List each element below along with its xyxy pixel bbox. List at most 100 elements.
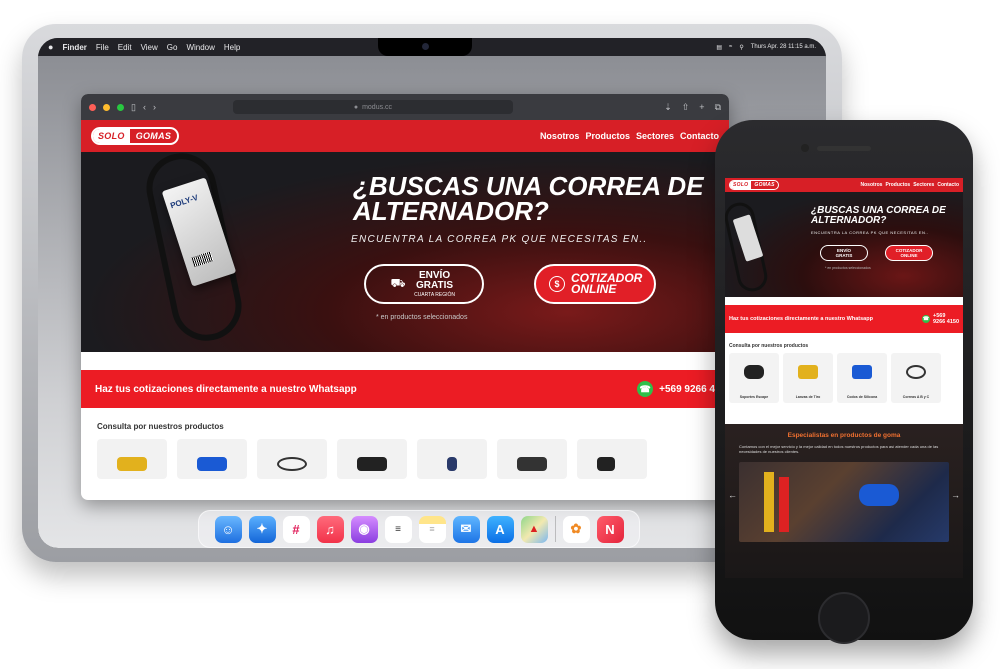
new-tab-icon[interactable]: + [699, 102, 704, 113]
address-bar[interactable]: ● modus.cc [232, 100, 513, 114]
macos-dock: ☺ ✦ # ♫ ◉ ≡ ≡ ✉ A ▲ ✿ N [198, 510, 640, 548]
menu-go[interactable]: Go [167, 43, 178, 52]
whatsapp-number: +569 9266 4 [659, 383, 715, 395]
product-card[interactable] [337, 439, 407, 479]
logo-part-solo: SOLO [93, 129, 130, 143]
whatsapp-banner[interactable]: Haz tus cotizaciones directamente a nues… [81, 370, 729, 408]
mobile-site-logo[interactable]: SOLO GOMAS [729, 180, 779, 190]
finder-icon[interactable]: ☺ [214, 515, 242, 543]
address-text: modus.cc [362, 103, 393, 111]
mobile-nav-sectores[interactable]: Sectores [913, 182, 934, 188]
apple-icon[interactable]: ● [48, 42, 53, 52]
product-card[interactable] [97, 439, 167, 479]
camera-icon [422, 43, 429, 50]
back-icon[interactable]: ‹ [143, 102, 146, 112]
site-header: SOLO GOMAS Nosotros Productos Sectores C… [81, 120, 729, 152]
product-image [197, 457, 227, 471]
phone-home-button[interactable] [818, 592, 870, 644]
menu-help[interactable]: Help [224, 43, 240, 52]
slack-icon[interactable]: # [282, 515, 310, 543]
product-card[interactable] [177, 439, 247, 479]
product-card[interactable] [577, 439, 647, 479]
nav-productos[interactable]: Productos [585, 131, 630, 141]
clock[interactable]: Thurs Apr. 28 11:15 a.m. [751, 44, 816, 50]
sidebar-icon[interactable]: ▯ [131, 102, 136, 113]
mobile-free-shipping-label: ENVÍO GRATIS [835, 248, 853, 258]
tabs-overview-icon[interactable]: ⧉ [715, 102, 721, 113]
nav-sectores[interactable]: Sectores [636, 131, 674, 141]
product-image [798, 365, 818, 379]
zoom-window-button[interactable] [117, 103, 124, 111]
product-card[interactable] [497, 439, 567, 479]
safari-icon[interactable]: ✦ [248, 515, 276, 543]
mobile-whatsapp-banner[interactable]: Haz tus cotizaciones directamente a nues… [725, 305, 963, 333]
notes-icon[interactable]: ≡ [418, 515, 446, 543]
carousel-prev-icon[interactable]: ← [728, 490, 737, 500]
mobile-nav-nosotros[interactable]: Nosotros [861, 182, 883, 188]
mobile-nav-contacto[interactable]: Contacto [937, 182, 959, 188]
menu-window[interactable]: Window [186, 43, 214, 52]
mobile-whatsapp-contact[interactable]: ☎ +569 9266 4150 [922, 313, 959, 325]
app-store-icon[interactable]: A [486, 515, 514, 543]
news-icon[interactable]: N [596, 515, 624, 543]
online-quote-label: COTIZADOR ONLINE [571, 271, 643, 296]
mobile-whatsapp-banner-text: Haz tus cotizaciones directamente a nues… [729, 316, 873, 322]
mail-icon[interactable]: ✉ [452, 515, 480, 543]
product-name: Correas A B y C [902, 395, 930, 399]
photo-detail [779, 477, 789, 532]
product-image [852, 365, 872, 379]
product-image [906, 365, 926, 379]
mobile-nav-productos[interactable]: Productos [885, 182, 910, 188]
search-icon[interactable]: ⚲ [739, 44, 743, 51]
mobile-online-quote-label: COTIZADOR ONLINE [895, 248, 923, 258]
belt-box-label: POLY-V [169, 192, 200, 211]
minimize-window-button[interactable] [103, 103, 110, 111]
menu-edit[interactable]: Edit [118, 43, 132, 52]
mobile-whatsapp-number: +569 9266 4150 [933, 313, 959, 325]
camera-notch [378, 38, 472, 56]
podcasts-icon[interactable]: ◉ [350, 515, 378, 543]
product-name: Codos de Silicona [846, 395, 878, 399]
nav-contacto[interactable]: Contacto [680, 131, 719, 141]
control-center-icon[interactable]: ▤ [716, 44, 722, 51]
product-image [597, 457, 615, 471]
photos-icon[interactable]: ✿ [562, 515, 590, 543]
product-card[interactable] [257, 439, 327, 479]
reminders-icon[interactable]: ≡ [384, 515, 412, 543]
nav-nosotros[interactable]: Nosotros [540, 131, 580, 141]
music-icon[interactable]: ♫ [316, 515, 344, 543]
menu-file[interactable]: File [96, 43, 109, 52]
products-section: Consulta por nuestros productos [81, 408, 729, 479]
forward-icon[interactable]: › [153, 102, 156, 112]
free-shipping-label: ENVÍO GRATIS [416, 269, 454, 291]
mobile-hero-subtitle: ENCUENTRA LA CORREA PK QUE NECESITAS EN.… [811, 230, 929, 235]
browser-window: ▯ ‹ › ● modus.cc ⇣ ⇧ + ⧉ SOLO GOMAS Noso… [81, 94, 729, 500]
product-card[interactable]: Soportes Escape [729, 353, 779, 403]
mobile-free-shipping-button[interactable]: ENVÍO GRATIS [820, 245, 868, 261]
product-image [277, 457, 307, 471]
site-logo[interactable]: SOLO GOMAS [91, 127, 180, 145]
maps-icon[interactable]: ▲ [520, 515, 548, 543]
menubar-app-name[interactable]: Finder [62, 43, 86, 52]
logo-part-gomas: GOMAS [135, 131, 172, 141]
product-card[interactable]: Correas A B y C [891, 353, 941, 403]
free-shipping-button[interactable]: ⛟ ENVÍO GRATIS CUARTA REGIÓN [364, 264, 484, 304]
carousel-next-icon[interactable]: → [951, 490, 960, 500]
hero-footnote: * en productos seleccionados [376, 314, 468, 321]
menu-view[interactable]: View [141, 43, 158, 52]
dollar-icon: $ [549, 276, 565, 292]
mobile-hero-title: ¿BUSCAS UNA CORREA DE ALTERNADOR? [811, 205, 946, 226]
close-window-button[interactable] [89, 103, 96, 111]
photo-detail [764, 472, 774, 532]
online-quote-button[interactable]: $ COTIZADOR ONLINE [534, 264, 656, 304]
product-card[interactable]: Codos de Silicona [837, 353, 887, 403]
site-nav: Nosotros Productos Sectores Contacto [540, 131, 719, 141]
truck-icon: ⛟ [390, 276, 406, 290]
mobile-online-quote-button[interactable]: COTIZADOR ONLINE [885, 245, 933, 261]
product-card[interactable] [417, 439, 487, 479]
wifi-icon[interactable]: ≈ [729, 44, 732, 50]
download-icon[interactable]: ⇣ [664, 102, 672, 113]
whatsapp-contact[interactable]: ☎ +569 9266 4 [637, 381, 715, 397]
product-card[interactable]: Lanzas de Tiro [783, 353, 833, 403]
share-icon[interactable]: ⇧ [682, 102, 690, 113]
